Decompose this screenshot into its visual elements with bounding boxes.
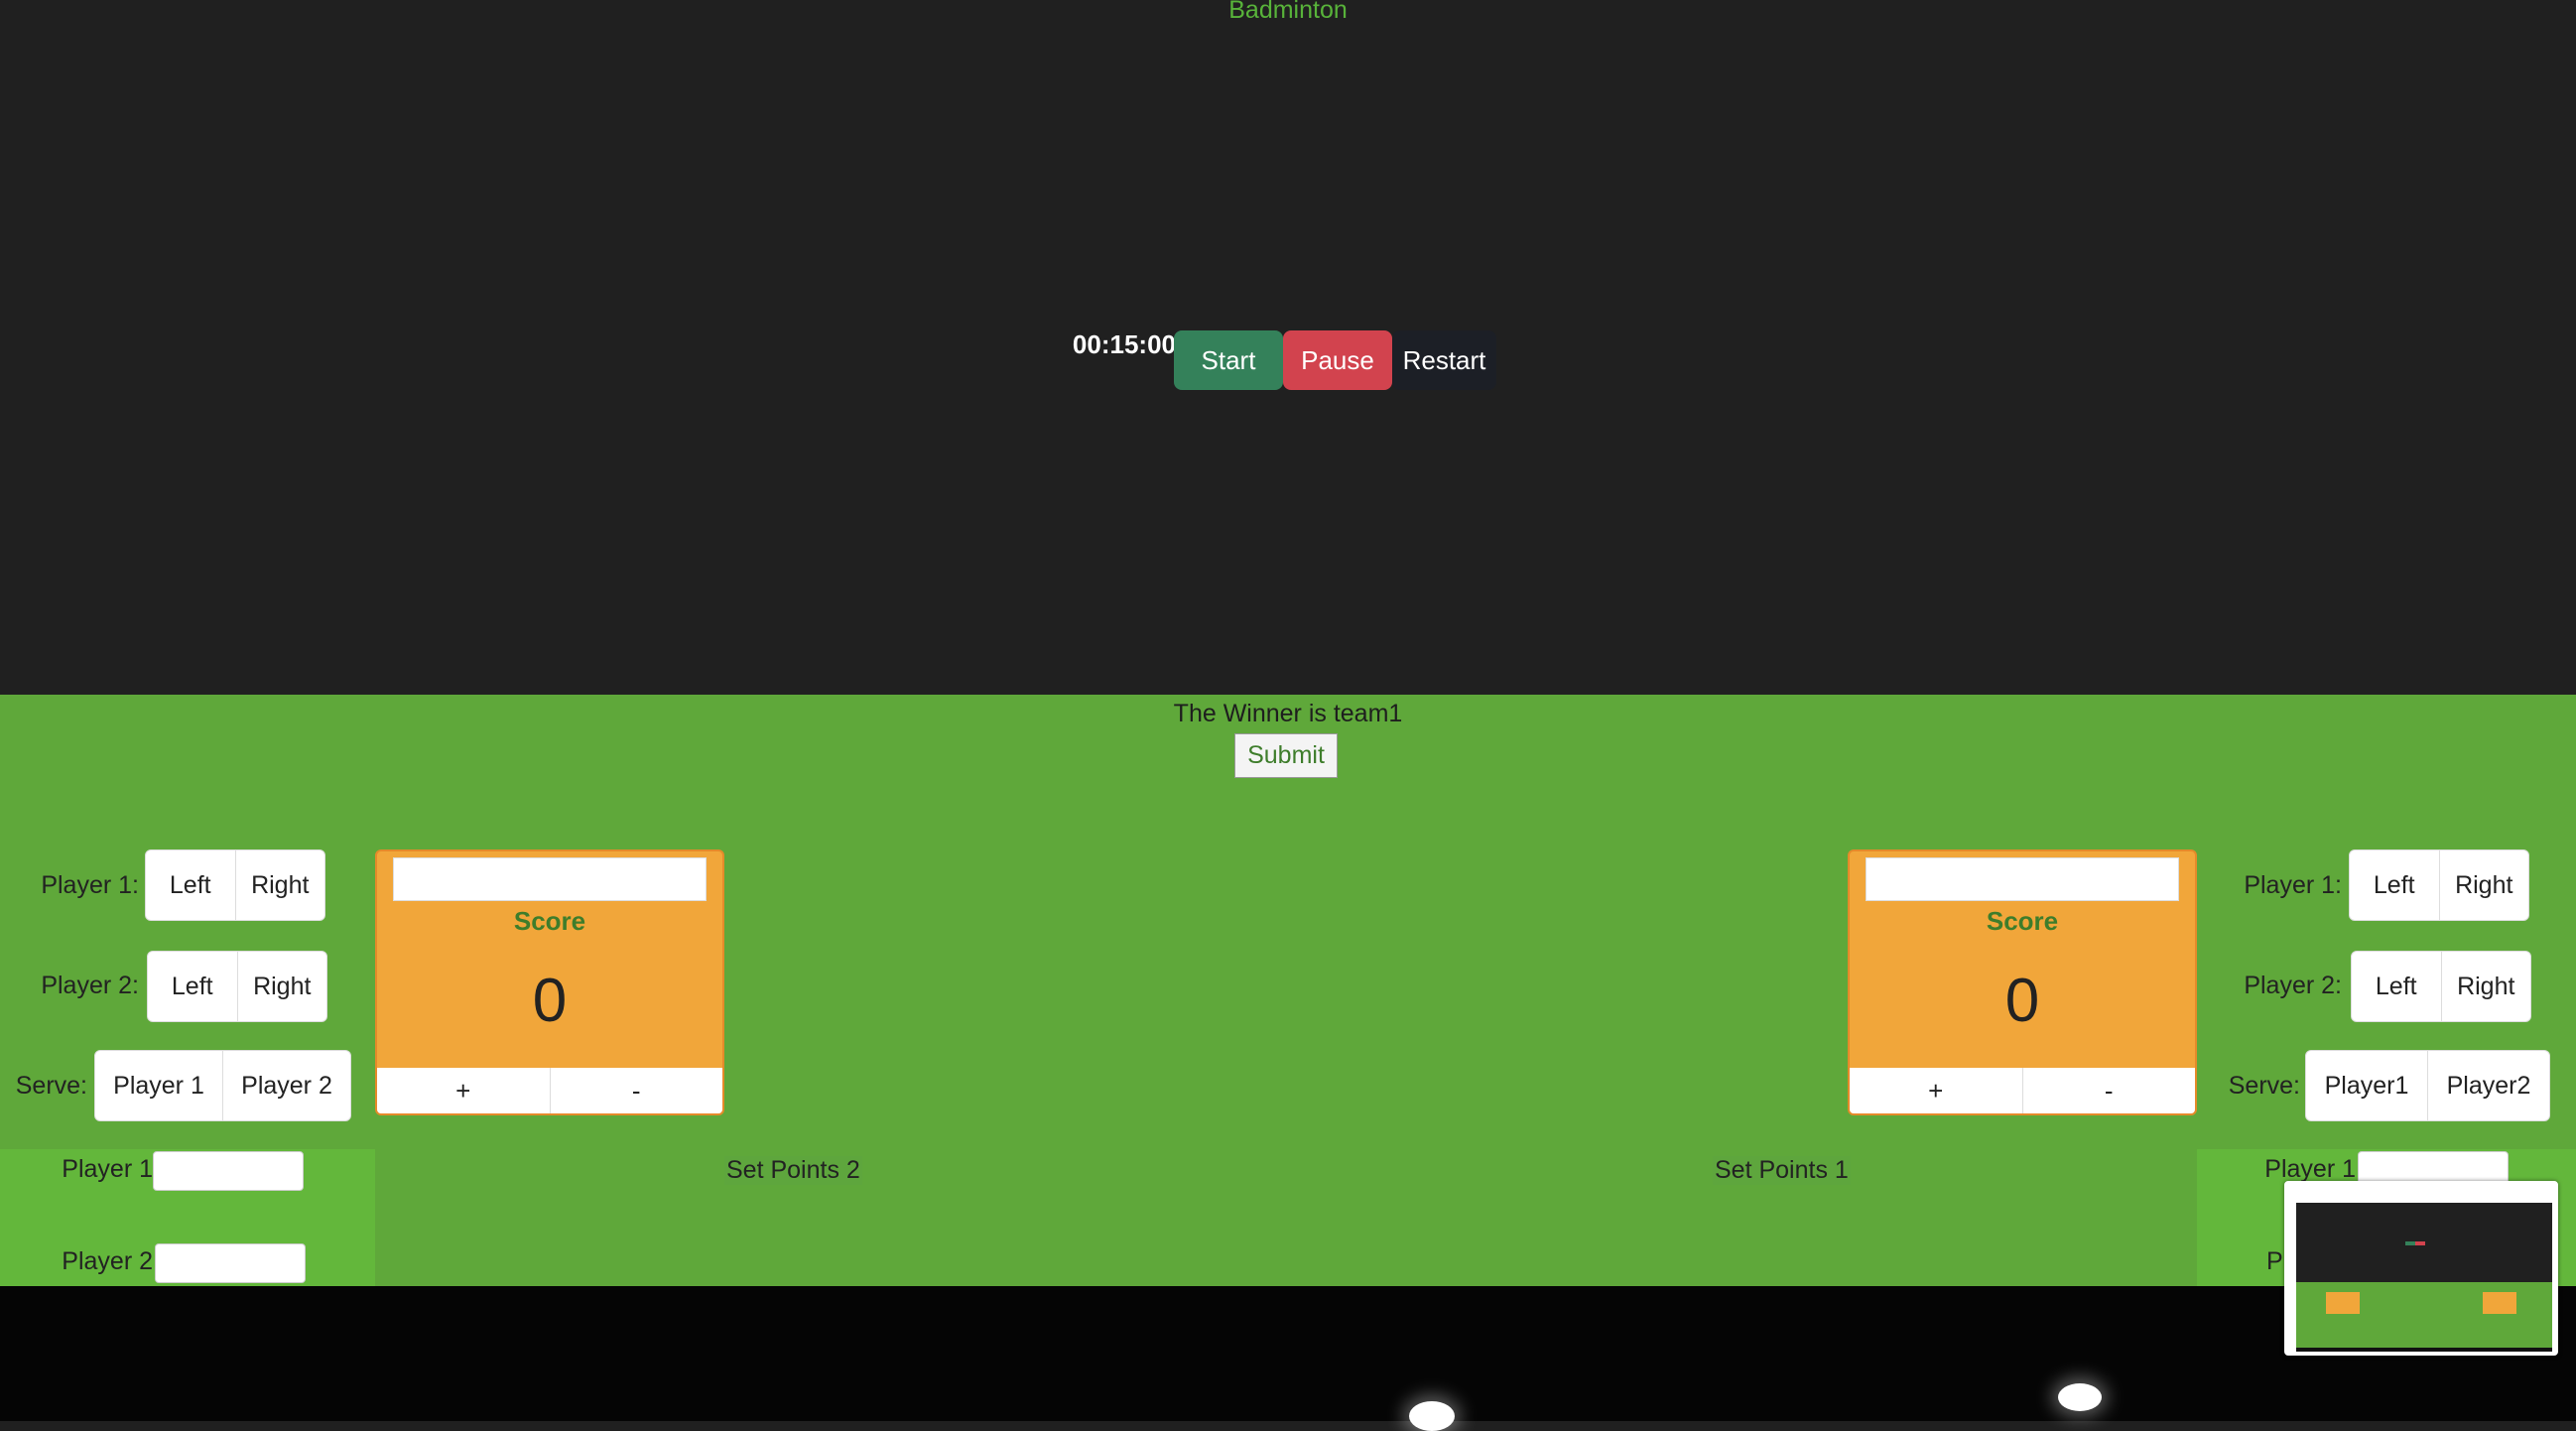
- right-score-plus-button[interactable]: +: [1850, 1068, 2022, 1113]
- pause-button[interactable]: Pause: [1283, 330, 1392, 390]
- restart-button[interactable]: Restart: [1392, 330, 1496, 390]
- footer-background: [0, 1286, 2576, 1421]
- right-serve-toggle: Player1 Player2: [2305, 1050, 2550, 1121]
- left-player1-right-button[interactable]: Right: [234, 850, 325, 920]
- left-serve-toggle: Player 1 Player 2: [94, 1050, 351, 1121]
- right-player1-side-toggle: Left Right: [2349, 849, 2529, 921]
- right-bottom-player1-label: Player 1: [2264, 1155, 2356, 1183]
- left-team-name-input[interactable]: [393, 857, 707, 901]
- thumbnail-right-card: [2483, 1292, 2516, 1314]
- right-player1-right-button[interactable]: Right: [2438, 850, 2529, 920]
- left-player1-left-button[interactable]: Left: [146, 850, 235, 920]
- left-serve-label: Serve:: [15, 1072, 87, 1100]
- left-score-card: Score 0 + -: [375, 849, 724, 1115]
- left-score-value: 0: [532, 967, 568, 1035]
- right-player1-left-button[interactable]: Left: [2350, 850, 2439, 920]
- thumbnail-pause: [2415, 1241, 2425, 1245]
- left-player1-side-toggle: Left Right: [145, 849, 325, 921]
- right-score-controls: + -: [1850, 1068, 2195, 1113]
- thumbnail-start: [2405, 1241, 2415, 1245]
- right-set-points-label: Set Points 1: [1713, 1156, 1851, 1185]
- left-player2-side-toggle: Left Right: [147, 951, 327, 1022]
- winner-text: The Winner is team1: [1173, 700, 1403, 727]
- right-score-minus-button[interactable]: -: [2021, 1068, 2196, 1113]
- timer-display: 00:15:00: [1072, 329, 1176, 359]
- right-score-card: Score 0 + -: [1848, 849, 2197, 1115]
- left-player1-points-input[interactable]: [153, 1151, 304, 1191]
- left-player2-left-button[interactable]: Left: [148, 952, 237, 1021]
- stadium-light: [1409, 1401, 1455, 1431]
- left-serve-player2-button[interactable]: Player 2: [222, 1051, 350, 1120]
- right-player2-right-button[interactable]: Right: [2440, 952, 2531, 1021]
- game-title: Badminton: [1228, 0, 1348, 24]
- thumbnail-left-card: [2326, 1292, 2360, 1314]
- left-set-points-label: Set Points 2: [724, 1156, 862, 1185]
- left-bottom-player2-label: Player 2: [62, 1247, 153, 1275]
- right-team-name-input[interactable]: [1866, 857, 2179, 901]
- right-player1-label: Player 1:: [2244, 871, 2342, 899]
- right-serve-player1-button[interactable]: Player1: [2306, 1051, 2427, 1120]
- left-score-minus-button[interactable]: -: [549, 1068, 723, 1113]
- thumbnail-bottom: [2296, 1348, 2552, 1352]
- right-score-value: 0: [2004, 967, 2040, 1035]
- right-player2-side-toggle: Left Right: [2351, 951, 2531, 1022]
- left-player2-right-button[interactable]: Right: [236, 952, 327, 1021]
- right-serve-label: Serve:: [2228, 1072, 2300, 1100]
- start-button[interactable]: Start: [1174, 330, 1283, 390]
- right-player2-left-button[interactable]: Left: [2352, 952, 2441, 1021]
- left-player1-label: Player 1:: [41, 871, 139, 899]
- left-player2-label: Player 2:: [41, 972, 139, 999]
- left-score-plus-button[interactable]: +: [377, 1068, 550, 1113]
- left-score-label: Score: [513, 906, 586, 936]
- right-serve-player2-button[interactable]: Player2: [2427, 1051, 2549, 1120]
- left-score-controls: + -: [377, 1068, 722, 1113]
- right-player2-label: Player 2:: [2244, 972, 2342, 999]
- left-serve-player1-button[interactable]: Player 1: [95, 1051, 222, 1120]
- page-preview-thumbnail[interactable]: [2284, 1181, 2558, 1356]
- left-player2-points-input[interactable]: [155, 1243, 306, 1283]
- stadium-light: [2058, 1383, 2102, 1411]
- left-bottom-player1-label: Player 1: [62, 1155, 153, 1183]
- right-score-label: Score: [1986, 906, 2059, 936]
- submit-button[interactable]: Submit: [1234, 733, 1338, 778]
